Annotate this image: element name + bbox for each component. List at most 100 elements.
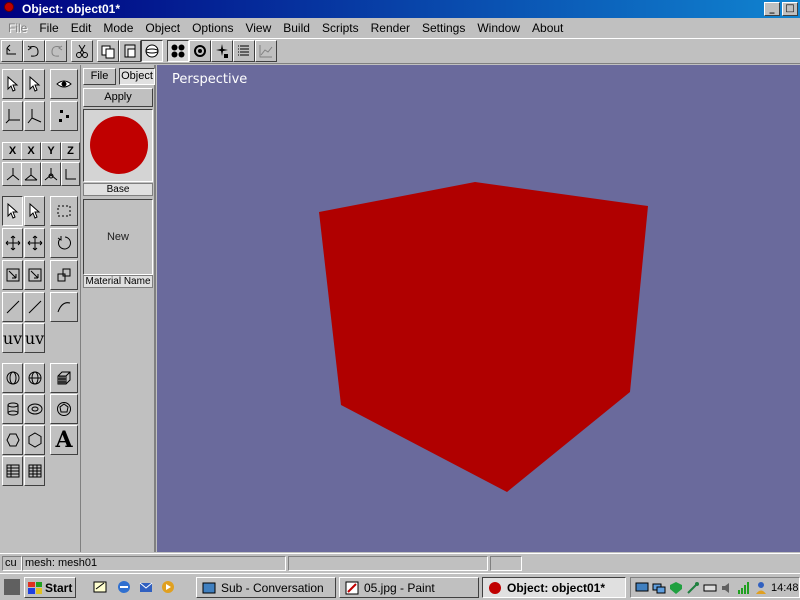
vertices-icon[interactable] — [50, 101, 78, 131]
axis-x2-button[interactable]: X — [21, 142, 41, 160]
four-view-icon[interactable] — [167, 40, 189, 62]
menu-scripts[interactable]: Scripts — [316, 21, 365, 35]
task-sub-conversation[interactable]: Sub - Conversation — [196, 577, 336, 598]
geosphere-icon[interactable] — [50, 394, 78, 424]
volume-icon[interactable] — [720, 581, 734, 595]
curve-icon[interactable] — [50, 292, 78, 322]
signal-bars-icon[interactable] — [737, 581, 751, 595]
cylinder-icon[interactable] — [2, 394, 23, 424]
scale-icon[interactable] — [2, 260, 23, 290]
menu-edit[interactable]: Edit — [65, 21, 98, 35]
select-arrow-alt-icon[interactable] — [24, 69, 45, 99]
eye-icon[interactable] — [50, 69, 78, 99]
sphere-cut-icon[interactable] — [2, 363, 23, 393]
line-icon[interactable] — [2, 292, 23, 322]
task-object-editor[interactable]: Object: object01* — [482, 577, 626, 598]
sphere-view-icon[interactable] — [141, 40, 163, 62]
pivot-icon[interactable] — [2, 162, 23, 186]
tray-monitor-icon[interactable] — [635, 581, 649, 595]
maximize-button[interactable]: □ — [782, 2, 798, 16]
start-button[interactable]: Start — [24, 577, 76, 598]
menu-object[interactable]: Object — [139, 21, 186, 35]
uv-tool-button[interactable]: uv — [2, 323, 23, 353]
menu-settings[interactable]: Settings — [416, 21, 471, 35]
minimize-button[interactable]: _ — [764, 2, 780, 16]
material-name-label: Material Name — [83, 275, 153, 288]
polygon-icon[interactable] — [2, 425, 23, 455]
material-base-label: Base — [83, 183, 153, 196]
menu-window[interactable]: Window — [471, 21, 526, 35]
tab-file[interactable]: File — [83, 68, 116, 85]
graph-icon[interactable] — [255, 40, 277, 62]
scale-alt-icon[interactable] — [24, 260, 45, 290]
tray-tools-icon[interactable] — [686, 581, 700, 595]
axis-y-button[interactable]: Y — [41, 142, 61, 160]
internet-explorer-icon[interactable] — [116, 579, 132, 595]
new-material-slot[interactable]: New — [83, 199, 153, 275]
cut-icon[interactable] — [71, 40, 93, 62]
tab-object[interactable]: Object — [119, 68, 155, 85]
axis-x-button[interactable]: X — [2, 142, 23, 160]
line-alt-icon[interactable] — [24, 292, 45, 322]
task-label: 05.jpg - Paint — [364, 580, 435, 595]
select-tool-icon[interactable] — [2, 196, 23, 226]
new-material-label: New — [106, 231, 129, 243]
menu-render[interactable]: Render — [365, 21, 416, 35]
orbit-icon[interactable] — [189, 40, 211, 62]
scale-box-icon[interactable] — [50, 260, 78, 290]
apply-button[interactable]: Apply — [83, 88, 153, 107]
axis-z-button[interactable]: Z — [61, 142, 80, 160]
menu-view[interactable]: View — [239, 21, 277, 35]
menu-options[interactable]: Options — [186, 21, 239, 35]
text-tool-button[interactable]: A — [50, 425, 78, 455]
menu-build[interactable]: Build — [277, 21, 316, 35]
material-panel: File Object Apply Base New Material Name — [81, 65, 156, 552]
menu-mode[interactable]: Mode — [97, 21, 139, 35]
undo-curve-icon[interactable] — [23, 40, 45, 62]
menu-about[interactable]: About — [526, 21, 569, 35]
windows-flag-icon — [28, 581, 42, 594]
copy-icon[interactable] — [97, 40, 119, 62]
viewport-canvas — [319, 182, 648, 492]
move-icon[interactable] — [2, 228, 23, 258]
tray-antivirus-icon[interactable] — [669, 581, 683, 595]
torus-icon[interactable] — [24, 394, 45, 424]
select-arrow-icon[interactable] — [2, 69, 23, 99]
corner-icon[interactable] — [61, 162, 80, 186]
redo-icon[interactable] — [45, 40, 67, 62]
perspective-viewport[interactable]: Perspective — [157, 65, 800, 552]
light-icon[interactable] — [211, 40, 233, 62]
uv-label: uv — [2, 328, 23, 348]
table-grid-icon[interactable] — [2, 456, 23, 486]
paste-icon[interactable] — [119, 40, 141, 62]
pivot-alt-icon[interactable] — [21, 162, 41, 186]
menu-file[interactable]: File — [33, 21, 64, 35]
tray-network-icon[interactable] — [652, 581, 666, 595]
list-icon[interactable] — [233, 40, 255, 62]
move-alt-icon[interactable] — [24, 228, 45, 258]
axis-icon[interactable] — [2, 101, 23, 131]
taskbar-app-icon[interactable] — [4, 579, 20, 595]
clock[interactable]: 14:48 — [771, 582, 800, 594]
media-player-icon[interactable] — [160, 579, 176, 595]
show-desktop-icon[interactable] — [92, 579, 108, 595]
app-icon[interactable] — [2, 1, 18, 17]
tray-keyboard-icon[interactable] — [703, 581, 717, 595]
select-tool-alt-icon[interactable] — [24, 196, 45, 226]
tray-user-icon[interactable] — [754, 581, 768, 595]
uv-tool-alt-button[interactable]: uv — [24, 323, 45, 353]
pivot-center-icon[interactable] — [41, 162, 61, 186]
outlook-icon[interactable] — [138, 579, 154, 595]
grid-box-icon[interactable] — [50, 363, 78, 393]
rotate-icon[interactable] — [50, 228, 78, 258]
marquee-select-icon[interactable] — [50, 196, 78, 226]
table-grid-alt-icon[interactable] — [24, 456, 45, 486]
hexagon-icon[interactable] — [24, 425, 45, 455]
sphere-icon[interactable] — [24, 363, 45, 393]
task-paint[interactable]: 05.jpg - Paint — [339, 577, 479, 598]
material-swatch[interactable] — [83, 109, 153, 182]
axis-alt-icon[interactable] — [24, 101, 45, 131]
status-field-empty-2 — [490, 556, 522, 571]
undo-icon[interactable] — [1, 40, 23, 62]
uv-label: uv — [24, 328, 45, 348]
